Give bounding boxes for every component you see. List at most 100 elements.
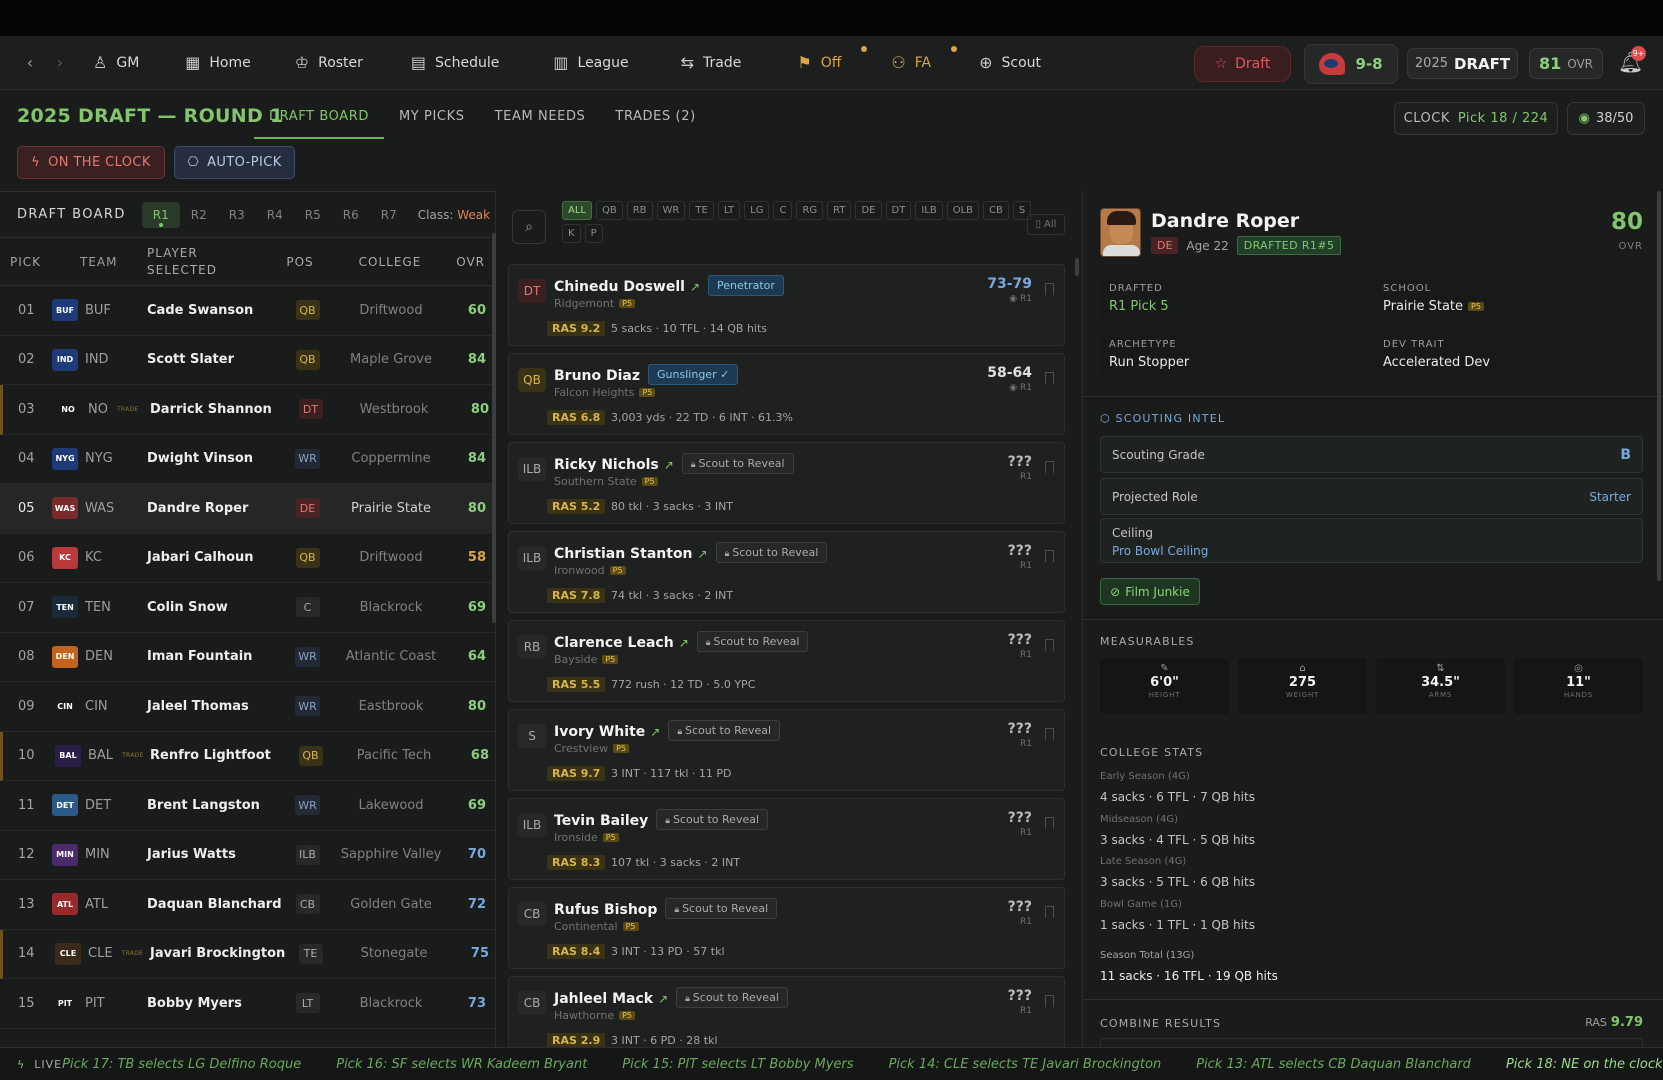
scout-to-reveal-button[interactable]: 🔒︎ Scout to Reveal (668, 720, 781, 741)
table-row[interactable]: 14 CLE CLE TRADE Javari Brockington TE Stonega… (0, 929, 495, 979)
filter-chip-lt[interactable]: LT (717, 201, 741, 220)
scout-to-reveal-button[interactable]: 🔒︎ Scout to Reveal (665, 898, 778, 919)
filter-chip-rg[interactable]: RG (796, 201, 824, 220)
filter-chip-p[interactable]: P (584, 224, 603, 243)
scout-to-reveal-button[interactable]: 🔒︎ Scout to Reveal (681, 453, 794, 474)
filter-chip-cb[interactable]: CB (983, 201, 1009, 220)
nav-roster[interactable]: ♔ Roster (281, 36, 377, 90)
filter-chip-rb[interactable]: RB (626, 201, 653, 220)
tab-draft-board[interactable]: DRAFT BOARD (254, 100, 384, 139)
nav-trade[interactable]: ⇆ Trade (667, 36, 756, 90)
bookmark-icon[interactable] (1045, 906, 1054, 918)
prospect-card[interactable]: CB Rufus Bishop 🔒︎ Scout to Reveal Continen… (508, 887, 1065, 969)
ticker-item[interactable]: Pick 15: PIT selects LT Bobby Myers (622, 1057, 853, 1072)
nav-home[interactable]: ▦ Home (171, 36, 264, 90)
prospect-card[interactable]: ILB Ricky Nichols ↗ 🔒︎ Scout to Reveal South… (508, 442, 1065, 524)
prospect-card[interactable]: CB Jahleel Mack ↗ 🔒︎ Scout to Reveal Hawthor… (508, 976, 1065, 1047)
bookmark-icon[interactable] (1045, 461, 1054, 473)
bookmark-icon[interactable] (1045, 550, 1054, 562)
prospect-card[interactable]: DT Chinedu Doswell ↗ Penetrator Ridgemont P5 R… (508, 264, 1065, 346)
prospect-card[interactable]: ILB Christian Stanton ↗ 🔒︎ Scout to Reveal I… (508, 531, 1065, 613)
ticker-item[interactable]: Pick 17: TB selects LG Delfino Roque (62, 1057, 301, 1072)
table-row[interactable]: 05 WAS WAS Dandre Roper DE Prairie State 80 (0, 484, 495, 534)
scout-to-reveal-button[interactable]: 🔒︎ Scout to Reveal (715, 542, 828, 563)
table-row[interactable]: 01 BUF BUF Cade Swanson QB Driftwood 60 (0, 286, 495, 336)
board-scrollbar[interactable] (492, 233, 496, 623)
bookmark-icon[interactable] (1045, 639, 1054, 651)
table-row[interactable]: 02 IND IND Scott Slater QB Maple Grove 84 (0, 336, 495, 385)
table-row[interactable]: 10 BAL BAL TRADE Renfro Lightfoot QB Pacific T… (0, 731, 495, 781)
filter-chip-all[interactable]: ALL (562, 201, 592, 220)
nav-draft-button[interactable]: ☆ Draft (1194, 46, 1291, 82)
search-button[interactable]: ⌕ (512, 210, 546, 244)
detail-scrollbar[interactable] (1657, 191, 1661, 581)
nav-gm[interactable]: ♙ GM (79, 36, 153, 90)
table-row[interactable]: 12 MIN MIN Jarius Watts ILB Sapphire Valley 70 (0, 831, 495, 880)
tab-my-picks[interactable]: MY PICKS (384, 100, 480, 139)
auto-pick-button[interactable]: ⎔ AUTO-PICK (174, 146, 295, 179)
prospect-card[interactable]: RB Clarence Leach ↗ 🔒︎ Scout to Reveal Baysi… (508, 620, 1065, 702)
nav-off[interactable]: ⚑ Off (783, 36, 868, 90)
table-row[interactable]: 11 DET DET Brent Langston WR Lakewood 69 (0, 781, 495, 831)
scout-to-reveal-button[interactable]: 🔒︎ Scout to Reveal (676, 987, 788, 1008)
filter-chip-rt[interactable]: RT (827, 201, 852, 220)
ticker-item[interactable]: Pick 14: CLE selects TE Javari Brockingt… (889, 1057, 1162, 1072)
filter-chip-qb[interactable]: QB (595, 201, 623, 220)
bookmark-icon[interactable] (1045, 995, 1054, 1007)
back-arrow-icon[interactable]: ‹ (15, 53, 45, 72)
scout-to-reveal-button[interactable]: 🔒︎ Scout to Reveal (696, 631, 809, 652)
table-row[interactable]: 13 ATL ATL Daquan Blanchard CB Golden Gate 72 (0, 880, 495, 930)
ticker-item[interactable]: Pick 13: ATL selects CB Daquan Blanchard (1196, 1057, 1471, 1072)
archetype-tag: Gunslinger ✓ (648, 364, 739, 385)
nav-scout[interactable]: ⊕ Scout (965, 36, 1055, 90)
team-cell: CLE CLE TRADE (55, 942, 150, 965)
ticker-item[interactable]: Pick 16: SF selects WR Kadeem Bryant (336, 1057, 587, 1072)
round-tab-r7[interactable]: R7 (370, 202, 408, 228)
forward-arrow-icon[interactable]: › (45, 53, 75, 72)
table-row[interactable]: 08 DEN DEN Iman Fountain WR Atlantic Coast 64 (0, 633, 495, 682)
measurable-value: 34.5" (1421, 675, 1460, 690)
table-row[interactable]: 03 NO NO TRADE Darrick Shannon DT Westbrook 80 (0, 385, 495, 435)
table-row[interactable]: 06 KC KC Jabari Calhoun QB Driftwood 58 (0, 534, 495, 583)
prospect-scrollbar[interactable] (1075, 258, 1079, 276)
filter-chip-olb[interactable]: OLB (946, 201, 980, 220)
bookmark-icon[interactable] (1045, 728, 1054, 740)
round-label: R1 (1020, 650, 1032, 660)
bookmark-icon[interactable] (1045, 817, 1054, 829)
round-tab-r3[interactable]: R3 (218, 202, 256, 228)
filter-chip-c[interactable]: C (773, 201, 793, 220)
filter-chip-de[interactable]: DE (855, 201, 882, 220)
filter-chip-dt[interactable]: DT (885, 201, 912, 220)
tab-team-needs[interactable]: TEAM NEEDS (480, 100, 601, 139)
scout-to-reveal-button[interactable]: 🔒︎ Scout to Reveal (656, 809, 769, 830)
round-tab-r4[interactable]: R4 (256, 202, 294, 228)
round-tab-r5[interactable]: R5 (294, 202, 332, 228)
bookmark-icon[interactable] (1045, 283, 1054, 295)
bookmark-icon[interactable] (1045, 372, 1054, 384)
on-the-clock-button[interactable]: ϟ ON THE CLOCK (17, 146, 165, 179)
filter-chip-lg[interactable]: LG (744, 201, 770, 220)
round-tab-r1[interactable]: R1 (141, 201, 180, 228)
table-row[interactable]: 15 PIT PIT Bobby Myers LT Blackrock 73 (0, 979, 495, 1029)
position-badge: QB (298, 745, 323, 766)
table-row[interactable]: 04 NYG NYG Dwight Vinson WR Coppermine 84 (0, 435, 495, 484)
round-tab-r6[interactable]: R6 (332, 202, 370, 228)
prospect-card[interactable]: QB Bruno Diaz Gunslinger ✓ Falcon Heights P5… (508, 353, 1065, 435)
prospect-card[interactable]: ILB Tevin Bailey 🔒︎ Scout to Reveal Ironsid… (508, 798, 1065, 880)
all-filter-toggle[interactable]: ▯ All (1027, 214, 1065, 235)
prospect-card[interactable]: S Ivory White ↗ 🔒︎ Scout to Reveal Crestview… (508, 709, 1065, 791)
team-record[interactable]: 9-8 (1304, 44, 1398, 84)
filter-chip-wr[interactable]: WR (656, 201, 686, 220)
table-row[interactable]: 09 CIN CIN Jaleel Thomas WR Eastbrook 80 (0, 682, 495, 732)
nav-schedule[interactable]: ▤ Schedule (397, 36, 513, 90)
filter-chip-ilb[interactable]: ILB (915, 201, 943, 220)
nav-league[interactable]: ▥ League (539, 36, 642, 90)
watchlist-count[interactable]: ◉ 38/50 (1567, 102, 1645, 135)
ticker-item[interactable]: Pick 18: NE on the clock... (1506, 1057, 1663, 1072)
nav-fa[interactable]: ⚇ FA (877, 36, 958, 90)
filter-chip-te[interactable]: TE (689, 201, 714, 220)
tab-trades[interactable]: TRADES (2) (600, 100, 710, 139)
filter-chip-k[interactable]: K (562, 224, 581, 243)
round-tab-r2[interactable]: R2 (180, 202, 218, 228)
table-row[interactable]: 07 TEN TEN Colin Snow C Blackrock 69 (0, 583, 495, 633)
